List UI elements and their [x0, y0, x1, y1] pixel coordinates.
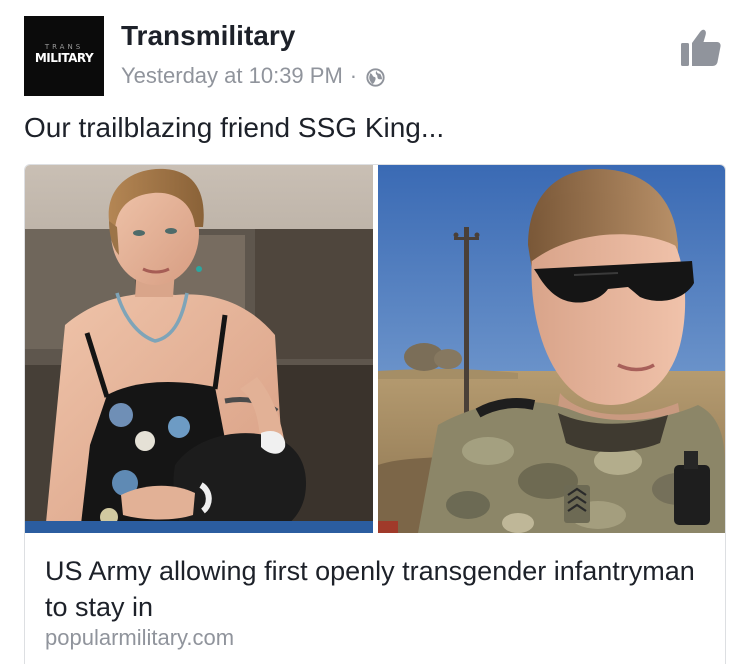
- post-message: Our trailblazing friend SSG King...: [24, 112, 445, 143]
- portrait-photo: [25, 165, 373, 533]
- globe-icon[interactable]: [366, 67, 385, 87]
- link-title[interactable]: US Army allowing first openly transgende…: [45, 553, 705, 625]
- post-timestamp[interactable]: Yesterday at 10:39 PM: [121, 63, 343, 89]
- page-avatar[interactable]: TRANS MILITARY: [24, 16, 104, 96]
- page-name-link[interactable]: Transmilitary: [121, 20, 295, 52]
- soldier-selfie-photo: [378, 165, 725, 533]
- avatar-logo-top-text: TRANS: [44, 43, 84, 51]
- post-header: TRANS MILITARY Transmilitary Yesterday a…: [24, 16, 724, 96]
- meta-separator: ·: [349, 63, 358, 88]
- post-meta: Yesterday at 10:39 PM ·: [121, 63, 385, 89]
- facebook-post: TRANS MILITARY Transmilitary Yesterday a…: [0, 0, 744, 664]
- link-domain: popularmilitary.com: [45, 625, 235, 650]
- thumbs-up-icon[interactable]: [680, 26, 722, 68]
- link-preview-image[interactable]: [25, 165, 725, 533]
- avatar-logo-main-text: MILITARY: [34, 51, 94, 65]
- link-preview-card[interactable]: US Army allowing first openly transgende…: [24, 164, 726, 664]
